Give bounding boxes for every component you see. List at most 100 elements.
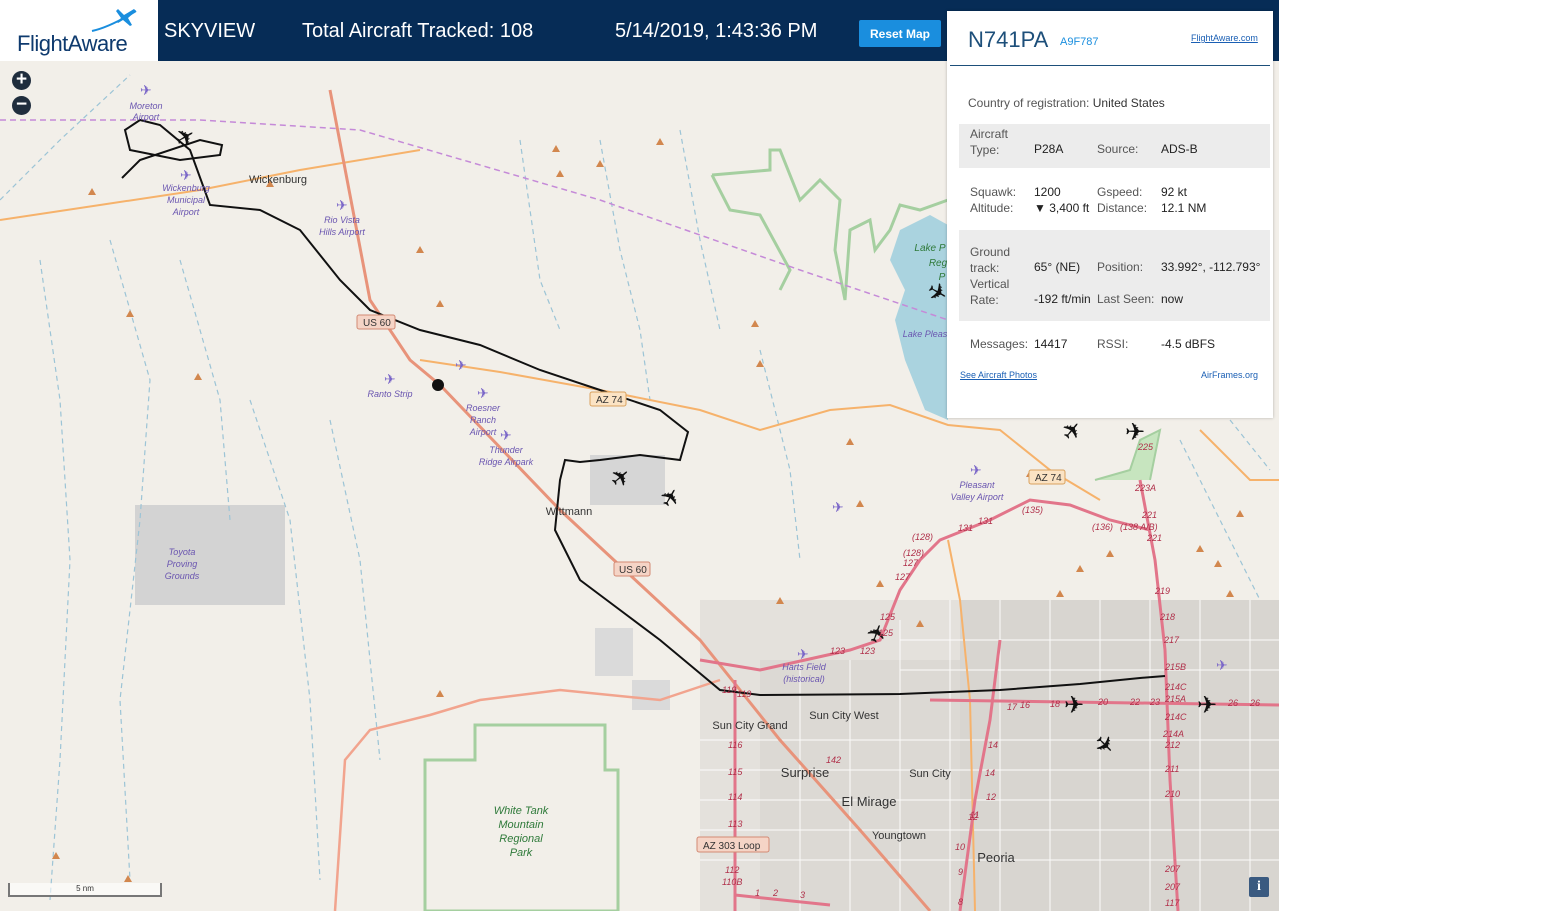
- messages-value: 14417: [1034, 337, 1068, 351]
- svg-text:110B: 110B: [722, 877, 742, 887]
- svg-text:(136): (136): [1092, 522, 1113, 532]
- white-tank-park-boundary: [423, 723, 620, 911]
- skyview-app: ✈ ✈ ✈ ✈ ✈ ✈ ✈ ✈ ✈ ✈ ✈ ✈ ✈ ✈ ✈ ✈ ✈ ✈ ✈ ✈ ✈: [0, 0, 1279, 911]
- toyota-proving-grounds-area: [135, 505, 285, 605]
- svg-text:221: 221: [1146, 533, 1162, 543]
- svg-text:✈: ✈: [832, 499, 844, 515]
- altitude-label: Altitude:: [970, 201, 1014, 215]
- label-wick-muni-3: Airport: [172, 207, 200, 217]
- vrate-label: Vertical Rate:: [970, 277, 1010, 307]
- svg-text:221: 221: [1141, 510, 1157, 520]
- label-moreton: Moreton: [129, 101, 162, 111]
- label-ranto: Ranto Strip: [367, 389, 412, 399]
- lastseen-value: now: [1161, 292, 1184, 306]
- svg-text:(138 A/B): (138 A/B): [1120, 522, 1158, 532]
- svg-text:131: 131: [958, 523, 973, 533]
- label-lakep-2: Reg: [929, 258, 948, 269]
- svg-text:14: 14: [988, 740, 998, 750]
- label-el-mirage: El Mirage: [842, 794, 897, 809]
- gspeed-label: Gspeed:: [1097, 185, 1143, 199]
- label-wittmann: Wittmann: [546, 506, 592, 518]
- label-lake-pleasant-lower: Lake Pleas: [903, 329, 948, 339]
- svg-text:127: 127: [895, 572, 911, 582]
- svg-text:✈: ✈: [797, 646, 809, 662]
- svg-text:✈: ✈: [477, 385, 489, 401]
- zoom-in-button[interactable]: +: [12, 70, 31, 90]
- info-button[interactable]: i: [1249, 877, 1269, 897]
- app-title: SKYVIEW: [164, 20, 256, 42]
- svg-text:125: 125: [878, 628, 894, 638]
- label-whitetank-2: Mountain: [498, 819, 543, 831]
- label-whitetank-1: White Tank: [494, 805, 549, 817]
- svg-text:3: 3: [800, 890, 805, 900]
- source-label: Source:: [1097, 142, 1139, 156]
- type-band: Aircraft Type: P28A Source: ADS-B: [959, 124, 1270, 168]
- svg-text:(128): (128): [903, 548, 924, 558]
- distance-label: Distance:: [1097, 201, 1148, 215]
- svg-text:210: 210: [1164, 789, 1180, 799]
- svg-text:✈: ✈: [140, 82, 152, 98]
- country-label: Country of registration:: [968, 96, 1090, 110]
- aircraft-icon[interactable]: ✈: [1064, 692, 1084, 719]
- aircraft-type-label: Aircraft Type:: [970, 127, 1009, 157]
- label-toyota-3: Grounds: [165, 571, 200, 581]
- gspeed-value: 92 kt: [1161, 185, 1188, 199]
- svg-text:14: 14: [985, 768, 995, 778]
- label-pleasant-1: Pleasant: [959, 480, 995, 490]
- squawk-value: 1200: [1034, 185, 1061, 199]
- svg-text:117: 117: [1165, 898, 1180, 908]
- svg-text:26: 26: [1249, 698, 1260, 708]
- label-pleasant-2: Valley Airport: [951, 492, 1004, 502]
- svg-text:✈: ✈: [180, 167, 192, 183]
- label-az74-a: AZ 74: [596, 395, 623, 406]
- registration: N741PA: [968, 27, 1049, 52]
- label-wickenburg: Wickenburg: [249, 174, 307, 186]
- label-az74-b: AZ 74: [1035, 473, 1062, 484]
- svg-text:214C: 214C: [1164, 712, 1187, 722]
- svg-text:✈: ✈: [384, 371, 396, 387]
- panel-divider: [950, 65, 1270, 66]
- label-wick-muni-1: Wickenburg: [162, 183, 209, 193]
- label-riovista-1: Rio Vista: [324, 215, 360, 225]
- label-toyota-1: Toyota: [169, 547, 196, 557]
- airframes-link[interactable]: AirFrames.org: [1201, 370, 1258, 380]
- reset-map-button[interactable]: Reset Map: [859, 20, 941, 47]
- track-value: 65° (NE): [1034, 260, 1081, 274]
- svg-text:119: 119: [737, 689, 751, 699]
- label-thunder-2: Ridge Airpark: [479, 457, 534, 467]
- svg-text:✈: ✈: [970, 462, 982, 478]
- aircraft-photos-link[interactable]: See Aircraft Photos: [960, 370, 1037, 380]
- svg-text:114: 114: [728, 792, 742, 802]
- squawk-label: Squawk:: [970, 185, 1017, 199]
- aircraft-icon[interactable]: ✈: [1056, 415, 1090, 448]
- flightaware-logo[interactable]: FlightAware: [0, 0, 158, 61]
- svg-text:(135): (135): [1022, 505, 1043, 515]
- label-sun-city-west: Sun City West: [809, 710, 879, 722]
- flightaware-link[interactable]: FlightAware.com: [1191, 33, 1258, 43]
- svg-text:207: 207: [1164, 864, 1181, 874]
- label-moreton-2: Airport: [132, 112, 160, 122]
- svg-text:218: 218: [1159, 612, 1175, 622]
- svg-text:17: 17: [1007, 702, 1018, 712]
- svg-text:215B: 215B: [1164, 662, 1186, 672]
- svg-text:115: 115: [728, 767, 743, 777]
- svg-text:23: 23: [1149, 697, 1160, 707]
- svg-text:123: 123: [830, 646, 845, 656]
- svg-text:214C: 214C: [1164, 682, 1187, 692]
- logo-text: FlightAware: [17, 31, 128, 56]
- svg-text:131: 131: [978, 516, 993, 526]
- svg-text:217: 217: [1163, 635, 1180, 645]
- label-wick-muni-2: Municipal: [167, 195, 206, 205]
- svg-text:16: 16: [1020, 700, 1030, 710]
- country-row: Country of registration: United States: [968, 96, 1165, 110]
- svg-text:112: 112: [725, 865, 739, 875]
- aircraft-icon[interactable]: ✈: [170, 121, 201, 154]
- position-label: Position:: [1097, 260, 1144, 274]
- aircraft-icon[interactable]: ✈: [1197, 692, 1217, 719]
- datetime: 5/14/2019, 1:43:36 PM: [615, 20, 818, 42]
- hex-code: A9F787: [1060, 36, 1099, 48]
- svg-text:✈: ✈: [1216, 657, 1228, 673]
- svg-text:225: 225: [1137, 442, 1154, 452]
- zoom-out-button[interactable]: −: [12, 95, 31, 115]
- svg-text:212: 212: [1164, 740, 1180, 750]
